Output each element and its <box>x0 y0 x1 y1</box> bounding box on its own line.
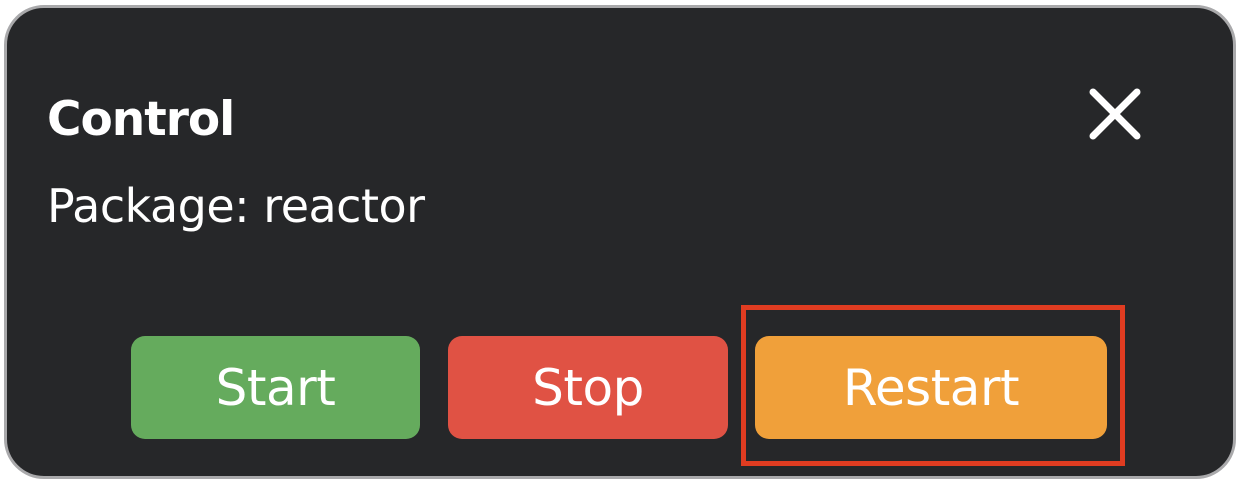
stop-button-label: Stop <box>532 358 644 417</box>
control-dialog: Control Package: reactor Start Stop Rest… <box>4 5 1236 479</box>
start-button[interactable]: Start <box>131 336 420 439</box>
package-label: Package: reactor <box>47 179 425 233</box>
start-button-label: Start <box>215 358 336 417</box>
dialog-title: Control <box>47 92 235 147</box>
stop-button[interactable]: Stop <box>448 336 728 439</box>
close-button[interactable] <box>1079 78 1151 150</box>
restart-button-label: Restart <box>842 358 1020 417</box>
restart-button[interactable]: Restart <box>755 336 1107 439</box>
close-icon <box>1089 88 1141 140</box>
